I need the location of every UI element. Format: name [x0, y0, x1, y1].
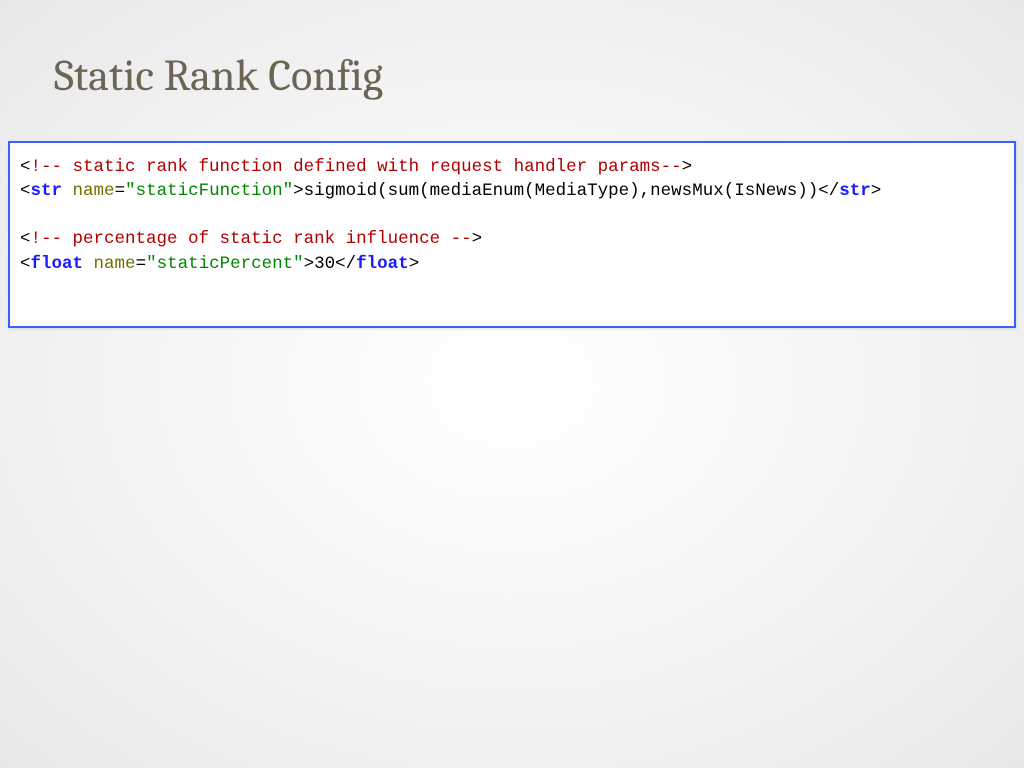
slide-title: Static Rank Config — [54, 50, 974, 101]
slide-container: Static Rank Config <!-- static rank func… — [0, 0, 1024, 768]
code-line-1: <!-- static rank function defined with r… — [20, 157, 692, 177]
code-block: <!-- static rank function defined with r… — [8, 141, 1016, 328]
code-line-4: <!-- percentage of static rank influence… — [20, 229, 482, 249]
code-line-2: <str name="staticFunction">sigmoid(sum(m… — [20, 181, 881, 201]
code-line-5: <float name="staticPercent">30</float> — [20, 254, 419, 274]
